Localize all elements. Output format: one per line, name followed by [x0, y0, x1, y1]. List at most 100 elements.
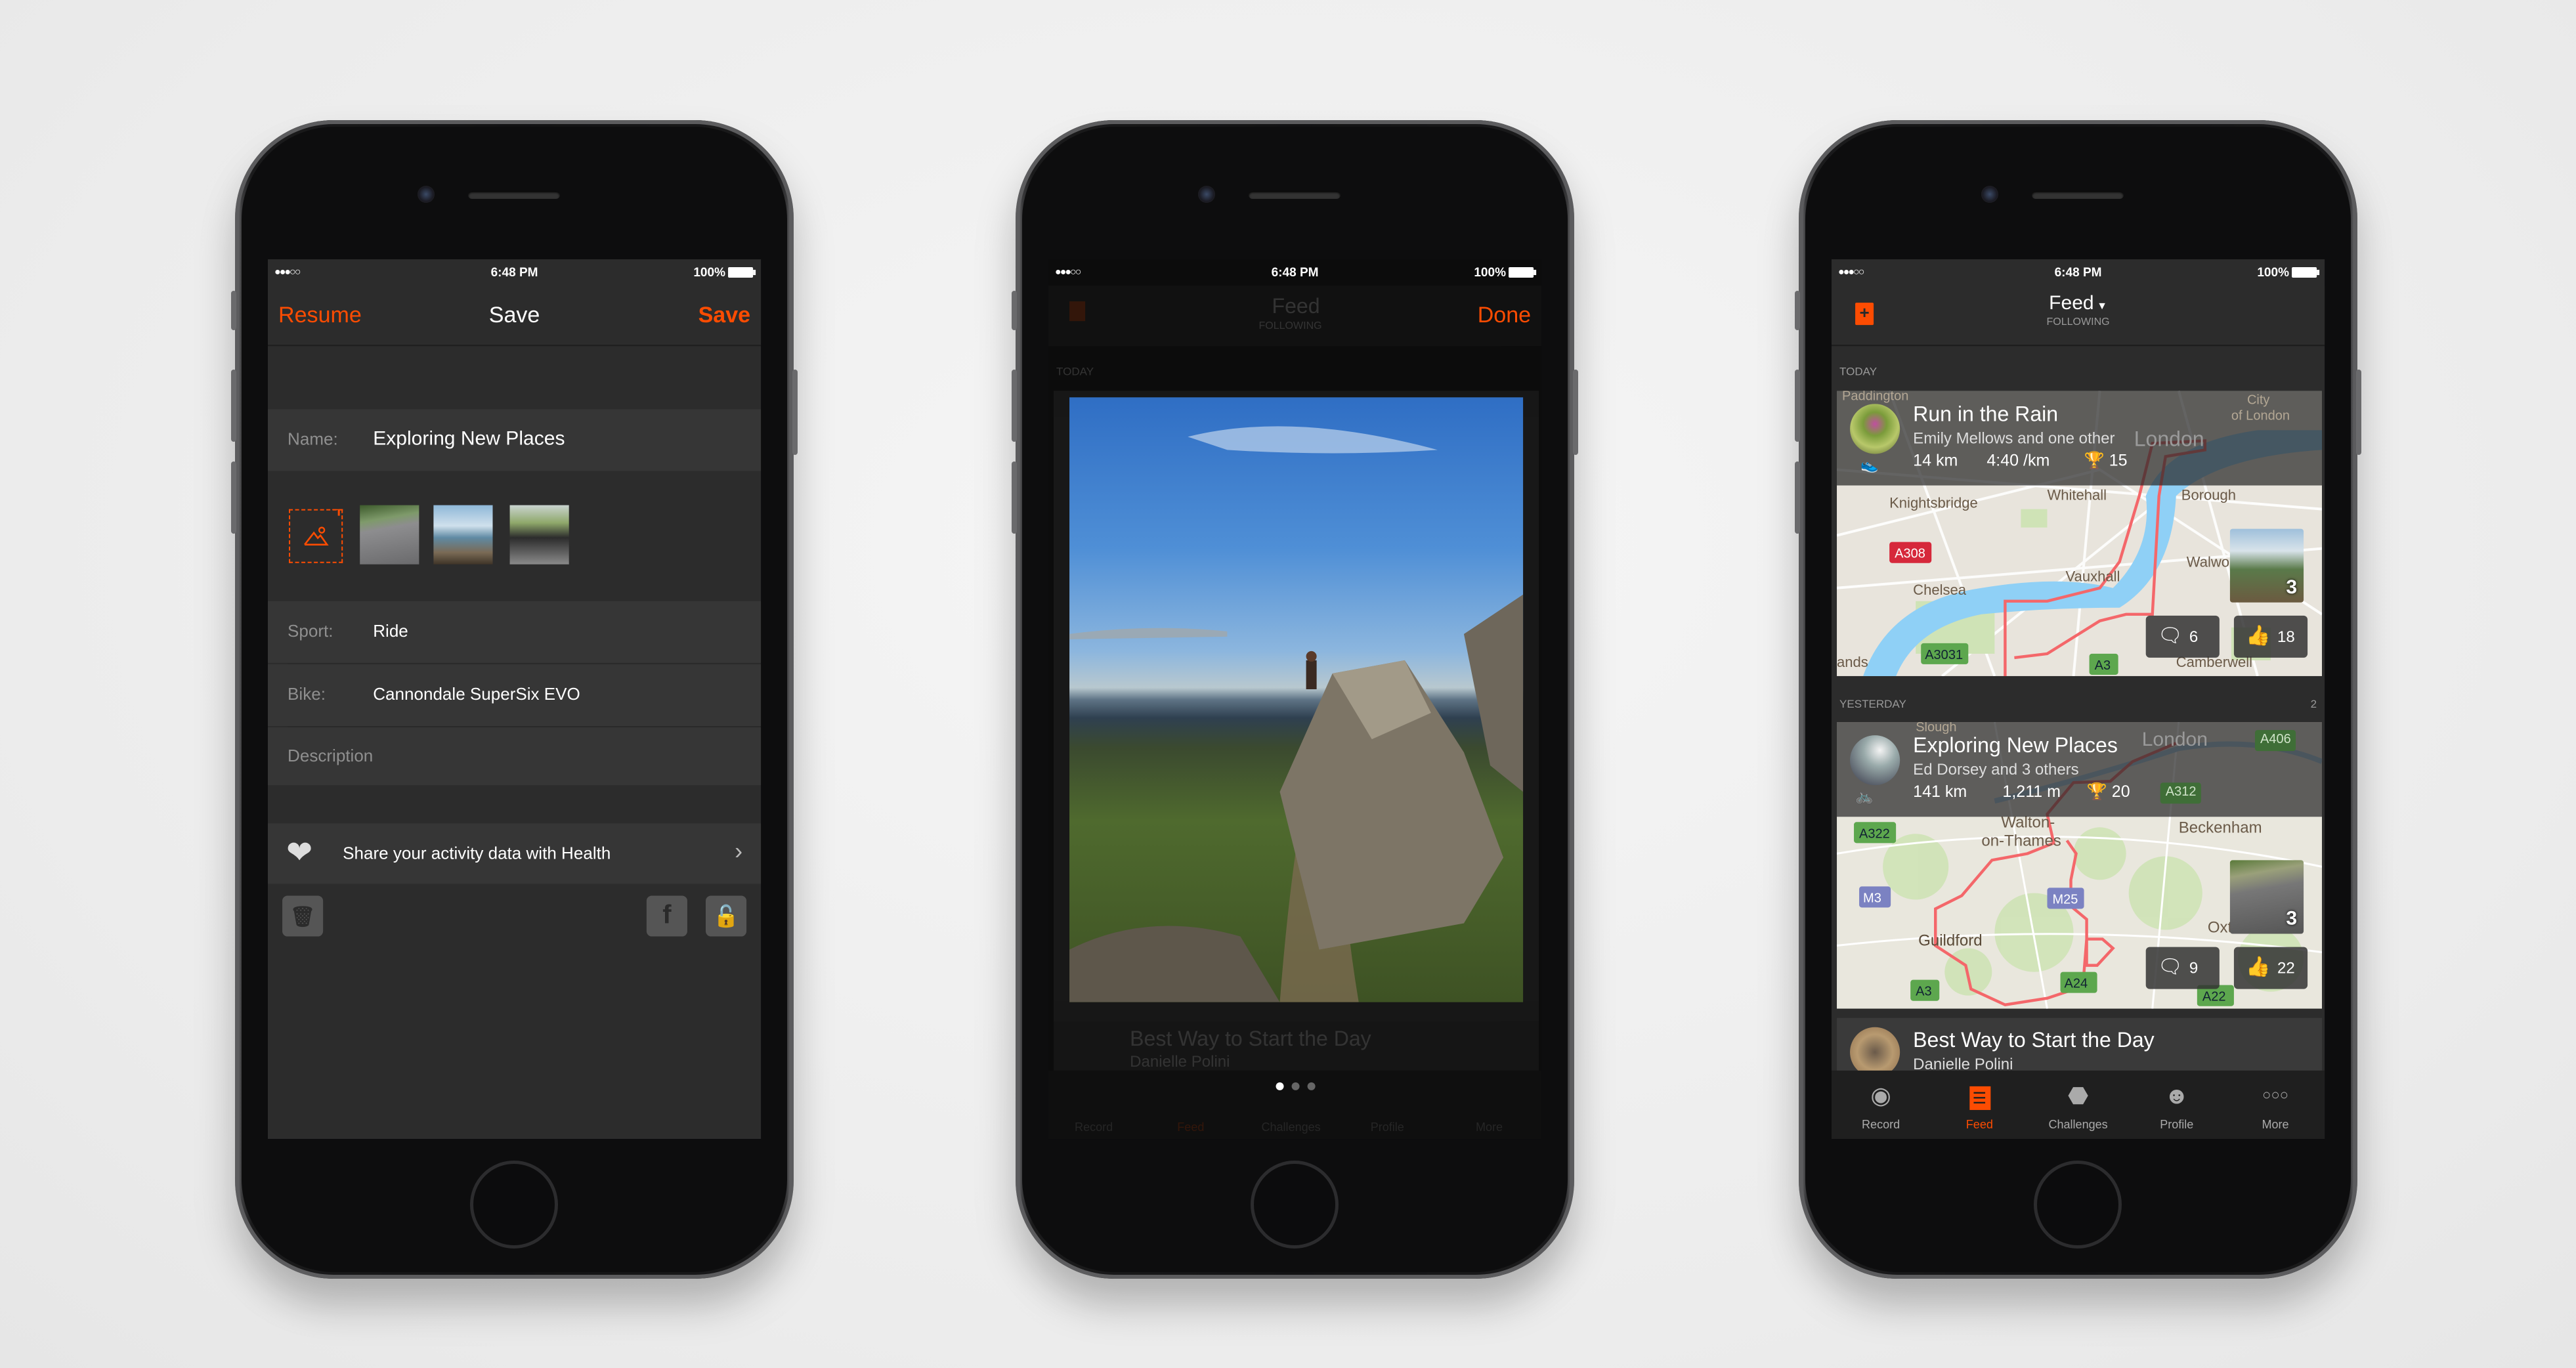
home-button[interactable] — [1251, 1161, 1339, 1249]
privacy-button[interactable]: 🔓 — [705, 895, 747, 937]
add-manual-icon — [1069, 301, 1086, 322]
sport-label: Sport: — [288, 620, 333, 641]
activity-title[interactable]: Run in the Rain — [1913, 404, 2058, 427]
bike-field[interactable]: Bike: Cannondale SuperSix EVO — [268, 664, 762, 727]
photo-count: 3 — [2286, 576, 2298, 599]
avatar[interactable] — [1850, 735, 1900, 786]
home-button[interactable] — [2034, 1161, 2122, 1249]
home-button[interactable] — [470, 1161, 558, 1249]
map-label: Borough — [2181, 487, 2236, 503]
map-label: Beckenham — [2179, 819, 2262, 836]
photo-thumbnail-riders[interactable] — [509, 505, 569, 565]
tab-more[interactable]: ○○○ More — [2226, 1071, 2325, 1139]
feed-title-dimmed: Feed — [1272, 296, 1320, 319]
comment-button[interactable]: 🗨 6 — [2145, 615, 2220, 658]
status-bar: ●●●○○ 6:48 PM 100% — [1832, 259, 2325, 286]
record-icon: ◉ — [1870, 1082, 1891, 1109]
photo-count: 3 — [2286, 907, 2298, 930]
road-badge: A24 — [2065, 977, 2088, 991]
map-label: London — [2134, 429, 2204, 452]
activity-distance: 141 km — [1913, 782, 1967, 802]
facebook-share-button[interactable]: f — [646, 895, 687, 937]
photo-thumbnail-cyclists[interactable] — [360, 505, 419, 565]
tab-bar: ◉ Record ☰ Feed ⬣ Challenges ☻ Profile ○○○ Mo… — [1832, 1070, 2325, 1140]
tab-record[interactable]: ◉ Record — [1832, 1071, 1930, 1139]
feed-filter-dropdown[interactable]: Feed ▼ FOLLOWING — [1832, 292, 2325, 328]
activity-card[interactable]: Best Way to Start the Day Danielle Polin… — [1837, 1017, 2323, 1077]
comment-button[interactable]: 🗨 9 — [2145, 947, 2220, 989]
save-screen: ●●●○○ 6:48 PM 100% Resume Save Save Name… — [268, 259, 762, 1140]
activity-photo-thumbnail[interactable]: 3 — [2229, 528, 2304, 603]
activity-photo[interactable] — [1069, 397, 1524, 1002]
sport-value[interactable]: Ride — [373, 621, 408, 641]
activity-title[interactable]: Best Way to Start the Day — [1913, 1030, 2155, 1054]
status-time: 6:48 PM — [490, 266, 538, 281]
bike-label: Bike: — [288, 683, 326, 704]
save-button[interactable]: Save — [698, 303, 751, 329]
activity-card[interactable]: Whitehall Borough Knightsbridge A308 Wal… — [1837, 391, 2323, 676]
avatar[interactable] — [1850, 404, 1900, 454]
page-indicator[interactable] — [1048, 1082, 1541, 1090]
photo-thumbnail-coast[interactable] — [433, 505, 493, 565]
lock-icon: 🔓 — [713, 906, 739, 929]
activity-card[interactable]: Walton- on-Thames Beckenham A322 M3 M25 … — [1837, 722, 2323, 1009]
comment-count: 9 — [2189, 958, 2199, 977]
map-label: of London — [2231, 409, 2290, 424]
tab-profile[interactable]: ☻ Profile — [2128, 1071, 2226, 1139]
speaker — [2032, 191, 2124, 199]
description-placeholder[interactable]: Description — [288, 746, 373, 765]
status-bar: ●●●○○ 6:48 PM 100% — [268, 259, 761, 286]
speaker — [468, 191, 560, 199]
activity-achievements: 20 — [2111, 782, 2130, 802]
activity-elevation: 1,211 m — [2002, 782, 2061, 802]
thumbs-up-icon: 👍 — [2245, 624, 2271, 647]
battery-percent: 100% — [2257, 266, 2290, 281]
status-bar: ●●●○○ 6:48 PM 100% — [1048, 259, 1541, 286]
tab-feed[interactable]: ☰ Feed — [1930, 1071, 2029, 1139]
delete-button[interactable]: 🗑 — [282, 895, 324, 937]
status-time: 6:48 PM — [2054, 266, 2102, 281]
road-badge: A3031 — [1925, 648, 1963, 662]
map-label: on-Thames — [1981, 832, 2061, 849]
road-badge: A312 — [2160, 782, 2202, 804]
add-photo-button[interactable] — [289, 508, 343, 563]
image-plus-icon — [303, 508, 343, 545]
sport-field[interactable]: Sport: Ride — [268, 601, 762, 663]
kudos-count: 22 — [2277, 958, 2295, 977]
kudos-button[interactable]: 👍 22 — [2233, 947, 2308, 989]
background-card-title: Best Way to Start the Day — [1130, 1028, 1371, 1051]
activity-title[interactable]: Exploring New Places — [1913, 735, 2118, 759]
chevron-right-icon: › — [735, 838, 743, 865]
map-label: Guildford — [1918, 932, 1982, 950]
nav-bar: Resume Save Save — [268, 286, 762, 347]
tab-label: Challenges — [2048, 1117, 2108, 1131]
heart-icon: ❤ — [286, 835, 313, 871]
activity-athletes[interactable]: Emily Mellows and one other — [1913, 429, 2114, 447]
comment-icon: 🗨 — [2157, 956, 2183, 979]
section-count: 2 — [2310, 696, 2317, 711]
trophy-icon: 🏆 — [2084, 451, 2105, 470]
page-dot — [1291, 1082, 1299, 1090]
tab-profile-dimmed: Profile — [1370, 1120, 1404, 1134]
road-badge: A322 — [1859, 826, 1890, 841]
bike-value[interactable]: Cannondale SuperSix EVO — [373, 684, 580, 704]
front-camera — [1198, 186, 1215, 203]
activity-photo-thumbnail[interactable]: 3 — [2229, 860, 2304, 934]
tab-record-dimmed: Record — [1075, 1120, 1113, 1134]
name-field[interactable]: Name: Exploring New Places — [268, 409, 762, 471]
health-share-row[interactable]: ❤ Share your activity data with Health › — [268, 823, 762, 884]
done-button[interactable]: Done — [1478, 303, 1531, 329]
road-badge: A308 — [1895, 547, 1925, 561]
tab-label: Profile — [2160, 1117, 2194, 1131]
name-value[interactable]: Exploring New Places — [373, 427, 565, 450]
description-field[interactable]: Description — [268, 727, 762, 786]
nav-bar: + Feed ▼ FOLLOWING — [1832, 286, 2325, 347]
kudos-button[interactable]: 👍 18 — [2233, 615, 2308, 658]
tab-challenges[interactable]: ⬣ Challenges — [2029, 1071, 2127, 1139]
trophy-icon: 🏆 — [2086, 782, 2107, 802]
avatar[interactable] — [1850, 1027, 1900, 1077]
map-label: Walwo — [2187, 554, 2229, 570]
health-share-label: Share your activity data with Health — [343, 843, 611, 863]
activity-athletes[interactable]: Ed Dorsey and 3 others — [1913, 760, 2079, 779]
road-badge: A22 — [2202, 990, 2226, 1004]
